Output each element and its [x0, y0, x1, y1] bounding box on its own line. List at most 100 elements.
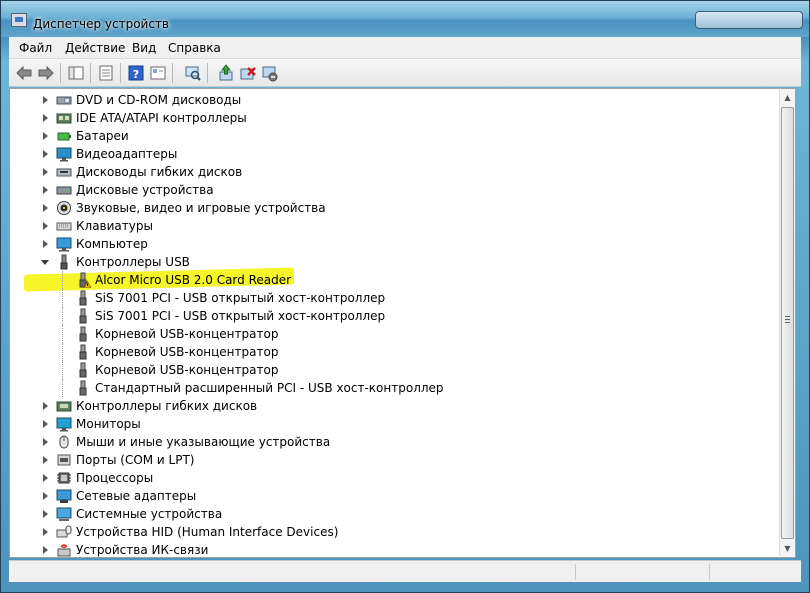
monitor-icon	[56, 417, 72, 432]
hid-icon	[56, 525, 72, 538]
expand-arrow-icon[interactable]	[43, 546, 48, 554]
tree-category-item[interactable]: Батареи	[10, 127, 778, 145]
tree-category-item[interactable]: Клавиатуры	[10, 217, 778, 235]
expand-arrow-icon[interactable]	[43, 96, 48, 104]
tree-child-item[interactable]: Корневой USB-концентратор	[10, 325, 778, 343]
network-adapter-icon	[56, 489, 72, 503]
tree-category-item[interactable]: Устройства HID (Human Interface Devices)	[10, 523, 778, 541]
collapse-arrow-icon[interactable]	[41, 260, 49, 265]
tree-category-item[interactable]: Мониторы	[10, 415, 778, 433]
show-hide-tree-icon[interactable]	[67, 64, 85, 82]
menu-view[interactable]: Вид	[132, 41, 156, 55]
expand-arrow-icon[interactable]	[43, 132, 48, 140]
tree-category-item[interactable]: Устройства ИК-связи	[10, 541, 778, 557]
tree-item-label: IDE ATA/ATAPI контроллеры	[76, 111, 247, 125]
keyboard-icon	[56, 222, 72, 231]
tree-category-item[interactable]: Контроллеры USB	[10, 253, 778, 271]
expand-arrow-icon[interactable]	[43, 510, 48, 518]
vertical-scrollbar[interactable]: ▲ ▼	[779, 88, 796, 558]
status-bar	[9, 560, 801, 582]
update-driver-icon[interactable]	[217, 64, 235, 82]
expand-arrow-icon[interactable]	[43, 240, 48, 248]
tree-item-label: Клавиатуры	[76, 219, 153, 233]
toolbar-separator	[90, 63, 91, 83]
tree-item-label: Мониторы	[76, 417, 141, 431]
expand-arrow-icon[interactable]	[43, 420, 48, 428]
menu-file[interactable]: Файл	[19, 41, 52, 55]
device-manager-icon	[11, 13, 27, 27]
menu-help[interactable]: Справка	[168, 41, 221, 55]
tree-line	[62, 307, 63, 325]
expand-arrow-icon[interactable]	[43, 528, 48, 536]
scroll-down-arrow-icon[interactable]: ▼	[780, 540, 795, 557]
tree-item-label: SiS 7001 PCI - USB открытый хост-контрол…	[95, 291, 386, 305]
tree-item-label: Контроллеры гибких дисков	[76, 399, 258, 413]
tree-category-item[interactable]: Порты (COM и LPT)	[10, 451, 778, 469]
scroll-up-arrow-icon[interactable]: ▲	[780, 89, 795, 106]
expand-arrow-icon[interactable]	[43, 402, 48, 410]
tree-category-item[interactable]: DVD и CD-ROM дисководы	[10, 91, 778, 109]
device-tree[interactable]: DVD и CD-ROM дисководы IDE ATA/ATAPI конт…	[9, 88, 779, 558]
scan-hardware-icon[interactable]	[184, 64, 202, 82]
tree-category-item[interactable]: Контроллеры гибких дисков	[10, 397, 778, 415]
tree-line	[62, 343, 63, 361]
tree-item-label: Контроллеры USB	[76, 255, 190, 269]
status-cell	[709, 564, 710, 580]
tree-category-item[interactable]: Видеоадаптеры	[10, 145, 778, 163]
expand-arrow-icon[interactable]	[43, 474, 48, 482]
tree-category-item[interactable]: Мыши и иные указывающие устройства	[10, 433, 778, 451]
expand-arrow-icon[interactable]	[43, 204, 48, 212]
tree-category-item[interactable]: Сетевые адаптеры	[10, 487, 778, 505]
forward-icon[interactable]	[37, 64, 55, 82]
toolbar-separator	[172, 63, 173, 83]
ide-controller-icon	[56, 113, 72, 124]
window-controls[interactable]	[695, 11, 803, 29]
tree-category-item[interactable]: Компьютер	[10, 235, 778, 253]
tree-item-label: DVD и CD-ROM дисководы	[76, 93, 242, 107]
expand-arrow-icon[interactable]	[43, 114, 48, 122]
display-adapter-icon	[56, 147, 72, 162]
infrared-icon	[57, 544, 71, 557]
tree-category-item[interactable]: Процессоры	[10, 469, 778, 487]
tree-item-label: Процессоры	[76, 471, 154, 485]
tree-category-item[interactable]: Дисководы гибких дисков	[10, 163, 778, 181]
tree-child-item[interactable]: Стандартный расширенный PCI - USB хост-к…	[10, 379, 778, 397]
expand-arrow-icon[interactable]	[43, 492, 48, 500]
dvd-drive-icon	[56, 96, 72, 105]
processor-icon	[57, 472, 71, 484]
tree-category-item[interactable]: IDE ATA/ATAPI контроллеры	[10, 109, 778, 127]
expand-arrow-icon[interactable]	[43, 222, 48, 230]
tree-item-label: Корневой USB-концентратор	[95, 363, 279, 377]
uninstall-icon[interactable]	[239, 64, 257, 82]
computer-icon	[56, 237, 72, 252]
tree-line	[62, 271, 63, 289]
tree-child-item[interactable]: Корневой USB-концентратор	[10, 343, 778, 361]
expand-arrow-icon[interactable]	[43, 168, 48, 176]
tree-item-label: Дисковые устройства	[76, 183, 214, 197]
expand-arrow-icon[interactable]	[43, 456, 48, 464]
expand-arrow-icon[interactable]	[43, 186, 48, 194]
title-bar[interactable]: Диспетчер устройств	[1, 1, 809, 37]
tree-item-label: Порты (COM и LPT)	[76, 453, 195, 467]
menu-action[interactable]: Действие	[65, 41, 125, 55]
help-icon[interactable]: ?	[127, 64, 145, 82]
scrollbar-thumb[interactable]	[781, 107, 794, 539]
tree-child-item[interactable]: SiS 7001 PCI - USB открытый хост-контрол…	[10, 289, 778, 307]
disable-icon[interactable]	[261, 64, 279, 82]
tree-category-item[interactable]: Звуковые, видео и игровые устройства	[10, 199, 778, 217]
tree-category-item[interactable]: Системные устройства	[10, 505, 778, 523]
expand-arrow-icon[interactable]	[43, 438, 48, 446]
view-icon[interactable]	[149, 64, 167, 82]
usb-device-icon	[79, 290, 87, 306]
expand-arrow-icon[interactable]	[43, 150, 48, 158]
properties-icon[interactable]	[97, 64, 115, 82]
tree-item-label: Alcor Micro USB 2.0 Card Reader	[95, 273, 292, 287]
tree-child-item[interactable]: SiS 7001 PCI - USB открытый хост-контрол…	[10, 307, 778, 325]
tree-category-item[interactable]: Дисковые устройства	[10, 181, 778, 199]
tree-child-item[interactable]: Alcor Micro USB 2.0 Card Reader	[10, 271, 778, 289]
back-icon[interactable]	[15, 64, 33, 82]
tree-line	[62, 361, 63, 379]
usb-device-icon	[79, 308, 87, 324]
device-manager-window: Диспетчер устройств Файл Действие Вид Сп…	[0, 0, 810, 593]
tree-child-item[interactable]: Корневой USB-концентратор	[10, 361, 778, 379]
